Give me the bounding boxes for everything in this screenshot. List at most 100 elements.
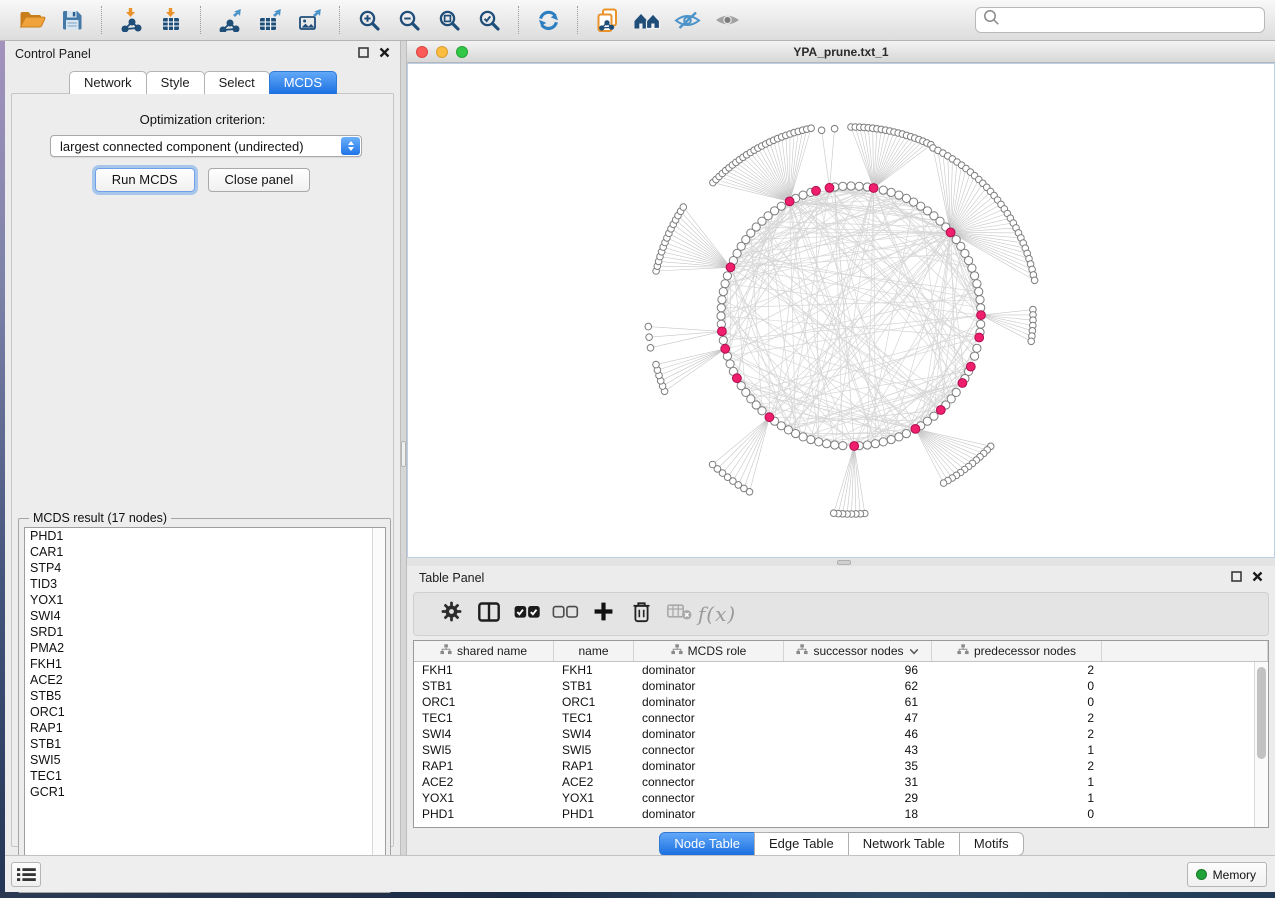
cell-successor-nodes[interactable]: 31 — [784, 775, 932, 789]
mcds-result-item[interactable]: GCR1 — [25, 784, 385, 800]
cell-successor-nodes[interactable]: 96 — [784, 663, 932, 677]
cell-predecessor-nodes[interactable]: 2 — [932, 727, 1102, 741]
cell-name[interactable]: YOX1 — [554, 791, 634, 805]
zoom-out-button[interactable] — [392, 4, 426, 36]
cell-name[interactable]: PHD1 — [554, 807, 634, 821]
zoom-in-button[interactable] — [352, 4, 386, 36]
cell-shared-name[interactable]: YOX1 — [414, 791, 554, 805]
cell-shared-name[interactable]: ACE2 — [414, 775, 554, 789]
cell-predecessor-nodes[interactable]: 0 — [932, 695, 1102, 709]
close-panel-icon[interactable] — [379, 45, 390, 63]
tab-style[interactable]: Style — [146, 71, 205, 94]
mcds-result-item[interactable]: TEC1 — [25, 768, 385, 784]
cell-MCDS-role[interactable]: connector — [634, 775, 784, 789]
cell-successor-nodes[interactable]: 62 — [784, 679, 932, 693]
cell-shared-name[interactable]: RAP1 — [414, 759, 554, 773]
cell-predecessor-nodes[interactable]: 1 — [932, 743, 1102, 757]
cell-shared-name[interactable]: ORC1 — [414, 695, 554, 709]
cell-shared-name[interactable]: SWI5 — [414, 743, 554, 757]
cell-successor-nodes[interactable]: 35 — [784, 759, 932, 773]
memory-button[interactable]: Memory — [1187, 862, 1267, 887]
mcds-result-item[interactable]: SRD1 — [25, 624, 385, 640]
mcds-result-item[interactable]: PHD1 — [25, 528, 385, 544]
tab-motifs[interactable]: Motifs — [959, 832, 1024, 856]
toggle-panel-button[interactable] — [470, 596, 508, 632]
cell-name[interactable]: TEC1 — [554, 711, 634, 725]
search-box[interactable] — [975, 7, 1265, 33]
import-table-button[interactable] — [154, 4, 188, 36]
open-file-button[interactable] — [15, 4, 49, 36]
save-session-button[interactable] — [55, 4, 89, 36]
mcds-result-item[interactable]: ACE2 — [25, 672, 385, 688]
horizontal-splitter-handle[interactable] — [837, 560, 851, 565]
cell-predecessor-nodes[interactable]: 2 — [932, 711, 1102, 725]
cell-name[interactable]: SWI4 — [554, 727, 634, 741]
export-table-button[interactable] — [253, 4, 287, 36]
mcds-result-item[interactable]: STB5 — [25, 688, 385, 704]
column-header-predecessor-nodes[interactable]: predecessor nodes — [932, 641, 1102, 661]
optimization-criterion-select[interactable]: largest connected component (undirected) — [50, 135, 362, 157]
cell-name[interactable]: STB1 — [554, 679, 634, 693]
table-row[interactable]: PHD1PHD1dominator180 — [414, 806, 1268, 822]
cell-shared-name[interactable]: PHD1 — [414, 807, 554, 821]
mcds-result-item[interactable]: YOX1 — [25, 592, 385, 608]
table-settings-button[interactable] — [432, 596, 470, 632]
import-network-button[interactable] — [114, 4, 148, 36]
mcds-result-item[interactable]: SWI4 — [25, 608, 385, 624]
vertical-splitter[interactable] — [400, 41, 407, 855]
search-input[interactable] — [1000, 10, 1264, 30]
apply-layout-button[interactable] — [531, 4, 565, 36]
close-table-panel-icon[interactable] — [1252, 569, 1263, 587]
mcds-result-list[interactable]: PHD1CAR1STP4TID3YOX1SWI4SRD1PMA2FKH1ACE2… — [24, 527, 386, 887]
cell-name[interactable]: FKH1 — [554, 663, 634, 677]
table-row[interactable]: SWI4SWI4dominator462 — [414, 726, 1268, 742]
close-panel-button[interactable]: Close panel — [208, 168, 311, 192]
add-column-button[interactable] — [584, 596, 622, 632]
tab-node-table[interactable]: Node Table — [659, 832, 755, 856]
cell-shared-name[interactable]: SWI4 — [414, 727, 554, 741]
tab-network-table[interactable]: Network Table — [848, 832, 960, 856]
table-row[interactable]: STB1STB1dominator620 — [414, 678, 1268, 694]
deselect-all-rows-button[interactable] — [546, 596, 584, 632]
cell-MCDS-role[interactable]: dominator — [634, 679, 784, 693]
tab-edge-table[interactable]: Edge Table — [754, 832, 849, 856]
table-scrollbar[interactable] — [1254, 662, 1268, 827]
result-list-scrollbar[interactable] — [372, 528, 385, 886]
copy-network-button[interactable] — [590, 4, 624, 36]
column-header-name[interactable]: name — [554, 641, 634, 661]
cell-predecessor-nodes[interactable]: 0 — [932, 807, 1102, 821]
table-row[interactable]: FKH1FKH1dominator962 — [414, 662, 1268, 678]
mcds-result-item[interactable]: RAP1 — [25, 720, 385, 736]
table-row[interactable]: RAP1RAP1dominator352 — [414, 758, 1268, 774]
export-network-button[interactable] — [213, 4, 247, 36]
cell-MCDS-role[interactable]: dominator — [634, 663, 784, 677]
mcds-result-item[interactable]: SWI5 — [25, 752, 385, 768]
cell-MCDS-role[interactable]: dominator — [634, 807, 784, 821]
table-row[interactable]: SWI5SWI5connector431 — [414, 742, 1268, 758]
cell-shared-name[interactable]: STB1 — [414, 679, 554, 693]
cell-predecessor-nodes[interactable]: 1 — [932, 791, 1102, 805]
table-row[interactable]: ORC1ORC1dominator610 — [414, 694, 1268, 710]
cell-shared-name[interactable]: TEC1 — [414, 711, 554, 725]
mcds-result-item[interactable]: STP4 — [25, 560, 385, 576]
zoom-selected-button[interactable] — [472, 4, 506, 36]
cell-MCDS-role[interactable]: dominator — [634, 759, 784, 773]
export-image-button[interactable] — [293, 4, 327, 36]
cell-predecessor-nodes[interactable]: 2 — [932, 759, 1102, 773]
show-panel-list-button[interactable] — [11, 862, 41, 887]
cell-successor-nodes[interactable]: 61 — [784, 695, 932, 709]
select-all-rows-button[interactable] — [508, 596, 546, 632]
hide-panels-button[interactable] — [670, 4, 704, 36]
cell-shared-name[interactable]: FKH1 — [414, 663, 554, 677]
cell-name[interactable]: SWI5 — [554, 743, 634, 757]
mcds-result-item[interactable]: PMA2 — [25, 640, 385, 656]
float-panel-icon[interactable] — [358, 45, 369, 63]
cell-predecessor-nodes[interactable]: 0 — [932, 679, 1102, 693]
table-scrollbar-thumb[interactable] — [1257, 667, 1266, 759]
cell-MCDS-role[interactable]: dominator — [634, 727, 784, 741]
cell-successor-nodes[interactable]: 18 — [784, 807, 932, 821]
mcds-result-item[interactable]: FKH1 — [25, 656, 385, 672]
network-canvas[interactable] — [407, 63, 1275, 558]
cell-successor-nodes[interactable]: 47 — [784, 711, 932, 725]
table-row[interactable]: YOX1YOX1connector291 — [414, 790, 1268, 806]
